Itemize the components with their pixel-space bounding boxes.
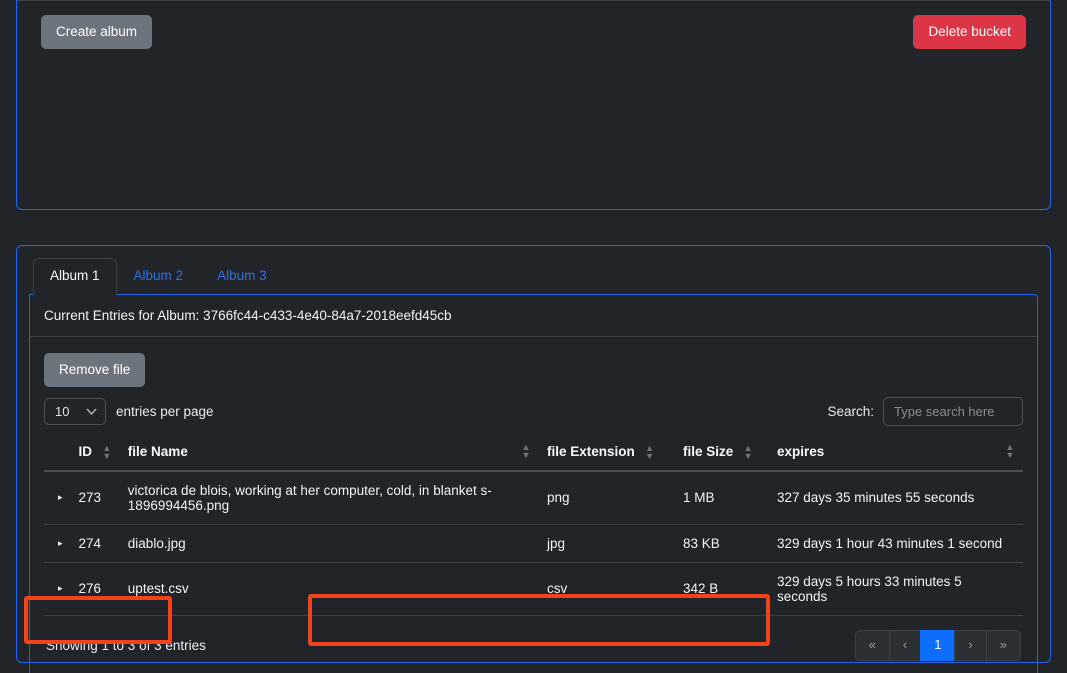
cell-id: 276	[70, 562, 120, 616]
cell-file-extension: csv	[539, 562, 675, 616]
search-input[interactable]	[883, 397, 1023, 427]
cell-file-extension: png	[539, 470, 675, 525]
th-file-name-label: file Name	[127, 444, 188, 460]
app-root: ▸ 280 On-Line_Shooter.mp4 mp4 38 MB 1/14…	[0, 0, 1067, 673]
sort-icon[interactable]: ▲ ▼	[1005, 443, 1015, 459]
th-file-extension[interactable]: file Extension ▲ ▼	[539, 436, 675, 472]
row-expand-caret[interactable]: ▸	[44, 470, 71, 525]
album-showing-entries: Showing 1 to 3 of 3 entries	[46, 637, 206, 653]
search-label: Search:	[827, 404, 874, 420]
th-id[interactable]: ID ▲ ▼	[70, 436, 120, 472]
tab-album-2[interactable]: Album 2	[117, 258, 201, 295]
cell-file-name: victorica de blois, working at her compu…	[119, 470, 539, 525]
cell-id: 274	[70, 524, 120, 563]
th-expires[interactable]: expires ▲ ▼	[769, 436, 1023, 472]
sort-icon[interactable]: ▲ ▼	[743, 444, 753, 460]
album-panel: Album 1 Album 2 Album 3 Current Entries …	[16, 245, 1051, 673]
delete-bucket-button[interactable]: Delete bucket	[913, 14, 1026, 50]
pagination-prev[interactable]: ‹	[888, 629, 922, 661]
th-file-extension-label: file Extension	[547, 444, 635, 460]
album-pagination: « ‹ 1 › »	[854, 629, 1021, 661]
table-row[interactable]: ▸ 274 diablo.jpg jpg 83 KB 329 days 1 ho…	[44, 524, 1023, 563]
album-table-controls: 10 25 50 100 entries per page S	[44, 397, 1023, 427]
album-tab-panel: Current Entries for Album: 3766fc44-c433…	[29, 293, 1038, 673]
sort-icon[interactable]: ▲ ▼	[521, 443, 531, 459]
album-file-table: ID ▲▼ file Name ▲▼ file Extension ▲▼	[44, 436, 1023, 616]
cell-file-extension: jpg	[539, 524, 675, 563]
tab-album-3[interactable]: Album 3	[200, 258, 284, 295]
pagination-first[interactable]: «	[854, 629, 890, 661]
album-body: Remove file 10 25 50 100	[30, 337, 1037, 673]
album-table-body: ▸ 273 victorica de blois, working at her…	[44, 470, 1023, 616]
entries-per-page-select[interactable]: 10 25 50 100	[44, 398, 106, 426]
entries-per-page-label: entries per page	[116, 404, 214, 420]
cell-file-size: 1 MB	[675, 470, 769, 525]
remove-file-button[interactable]: Remove file	[44, 352, 146, 388]
table-row[interactable]: ▸ 276 uptest.csv csv 342 B 329 days 5 ho…	[44, 562, 1023, 616]
album-search-control: Search:	[827, 397, 1023, 427]
album-table-head: ID ▲▼ file Name ▲▼ file Extension ▲▼	[44, 436, 1023, 472]
table-row[interactable]: ▸ 273 victorica de blois, working at her…	[44, 470, 1023, 525]
pagination-page-1[interactable]: 1	[920, 629, 956, 661]
cell-file-size: 83 KB	[675, 524, 769, 563]
album-current-entries-header: Current Entries for Album: 3766fc44-c433…	[30, 295, 1037, 337]
th-id-label: ID	[78, 444, 93, 460]
row-expand-caret[interactable]: ▸	[44, 524, 71, 563]
entries-select-wrap: 10 25 50 100	[44, 398, 106, 426]
create-album-button[interactable]: Create album	[41, 14, 153, 50]
entries-per-page-control: 10 25 50 100 entries per page	[44, 398, 214, 426]
pagination-last[interactable]: »	[985, 629, 1021, 661]
th-file-name[interactable]: file Name ▲ ▼	[119, 436, 539, 472]
cell-file-size: 342 B	[675, 562, 769, 616]
sort-icon[interactable]: ▲ ▼	[645, 444, 655, 460]
bucket-actions-bar: Create album Delete bucket	[17, 0, 1050, 63]
th-expires-label: expires	[777, 444, 825, 460]
cell-file-name: diablo.jpg	[119, 524, 539, 563]
bucket-panel: ▸ 280 On-Line_Shooter.mp4 mp4 38 MB 1/14…	[16, 0, 1051, 210]
th-file-size-label: file Size	[683, 444, 734, 460]
row-expand-caret[interactable]: ▸	[44, 562, 71, 616]
album-table-footer: Showing 1 to 3 of 3 entries « ‹ 1 › »	[44, 616, 1023, 673]
sort-icon[interactable]: ▲ ▼	[102, 444, 112, 460]
cell-id: 273	[70, 470, 120, 525]
pagination-next[interactable]: ›	[954, 629, 987, 661]
cell-expires: 329 days 1 hour 43 minutes 1 second	[769, 524, 1023, 563]
th-expand	[44, 436, 71, 472]
th-file-size[interactable]: file Size ▲ ▼	[675, 436, 769, 472]
cell-expires: 329 days 5 hours 33 minutes 5 seconds	[769, 562, 1023, 616]
album-table-header-row: ID ▲▼ file Name ▲▼ file Extension ▲▼	[44, 436, 1023, 472]
cell-file-name: uptest.csv	[119, 562, 539, 616]
album-toolbar: Remove file	[44, 352, 1023, 388]
album-tabs: Album 1 Album 2 Album 3	[29, 258, 1038, 295]
cell-expires: 327 days 35 minutes 55 seconds	[769, 470, 1023, 525]
tab-album-1[interactable]: Album 1	[33, 258, 117, 295]
